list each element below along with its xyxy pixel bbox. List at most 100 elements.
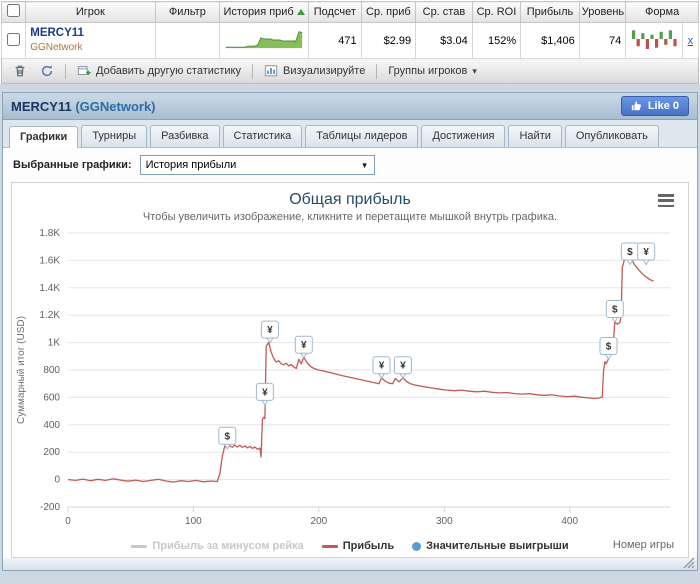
- dropdown-arrow-icon: ▼: [360, 160, 369, 170]
- graph-select-value: История прибыли: [145, 159, 237, 171]
- svg-text:300: 300: [436, 516, 453, 527]
- panel-header: MERCY11 (GGNetwork) Like 0: [3, 93, 697, 120]
- filter-cell[interactable]: [154, 22, 221, 59]
- svg-text:1K: 1K: [48, 338, 61, 349]
- significant-win-marker[interactable]: $: [599, 337, 618, 360]
- tab-find[interactable]: Найти: [508, 125, 562, 147]
- resize-handle-icon[interactable]: [682, 556, 695, 569]
- svg-text:$: $: [606, 342, 612, 353]
- graph-select[interactable]: История прибыли ▼: [139, 155, 375, 175]
- table-header-row: Игрок Фильтр История приб Подсчет Ср. приб Ср…: [0, 1, 699, 23]
- add-statistic-label: Добавить другую статистику: [96, 65, 241, 77]
- refresh-icon: [41, 65, 53, 77]
- column-header-8[interactable]: Прибыль: [520, 1, 580, 23]
- svg-text:1.2K: 1.2K: [39, 310, 60, 321]
- player-groups-button[interactable]: Группы игроков ▾: [383, 63, 482, 79]
- significant-win-marker[interactable]: ¥: [255, 382, 274, 406]
- significant-win-marker[interactable]: ¥: [372, 356, 391, 380]
- significant-win-marker[interactable]: ¥: [260, 320, 279, 344]
- avg-profit-cell: $2.99: [360, 22, 417, 59]
- row-checkbox[interactable]: [7, 32, 21, 46]
- tab-publish[interactable]: Опубликовать: [564, 125, 659, 147]
- svg-text:-200: -200: [40, 502, 60, 513]
- avg-stake-cell: $3.04: [415, 22, 473, 59]
- tab-breakdown[interactable]: Разбивка: [150, 125, 220, 147]
- refresh-button[interactable]: [35, 62, 59, 80]
- toolbar-separator: [65, 63, 66, 79]
- column-header-6[interactable]: Ср. став: [415, 1, 473, 23]
- svg-text:100: 100: [185, 516, 202, 527]
- profit-cell: $1,406: [520, 22, 580, 59]
- y-axis-labels: -200 0 200 400 600 800 1K 1.2K 1.4K 1.6K 1.8K: [39, 228, 60, 513]
- row-checkbox-cell: [0, 22, 27, 59]
- sort-ascending-icon: [296, 9, 305, 16]
- like-button[interactable]: Like 0: [620, 96, 689, 116]
- panel-body: Выбранные графики: История прибыли ▼ Общ…: [3, 148, 697, 570]
- trash-icon: [15, 65, 25, 77]
- add-statistic-button[interactable]: Добавить другую статистику: [72, 62, 246, 80]
- tab-leaderboards[interactable]: Таблицы лидеров: [305, 125, 419, 147]
- svg-text:200: 200: [43, 447, 60, 458]
- svg-text:1.6K: 1.6K: [39, 255, 60, 266]
- profit-history-cell[interactable]: [219, 22, 310, 59]
- tab-tournaments[interactable]: Турниры: [81, 125, 148, 147]
- column-header-1[interactable]: Игрок: [25, 1, 156, 23]
- svg-text:$: $: [612, 305, 618, 316]
- significant-win-marker[interactable]: ¥: [294, 335, 313, 359]
- legend-line-swatch: [131, 544, 148, 548]
- visualize-button[interactable]: Визуализируйте: [259, 62, 370, 80]
- table-row: MERCY11 GGNetwork 471 $2.99 $3.04 152% $…: [0, 22, 700, 59]
- chart-menu-button[interactable]: [656, 193, 676, 208]
- profit-chart[interactable]: Общая прибыль Чтобы увеличить изображени…: [11, 182, 689, 558]
- column-header-4[interactable]: Подсчет: [308, 1, 362, 23]
- significant-win-marker[interactable]: ¥: [637, 242, 656, 266]
- column-header-label: Форма: [644, 6, 680, 18]
- legend-label: Прибыль за минусом рейка: [152, 540, 304, 552]
- legend-item-2[interactable]: Прибыль: [321, 540, 394, 552]
- chart-footer: Прибыль за минусом рейка Прибыль Значитель…: [12, 535, 688, 557]
- player-name-link[interactable]: MERCY11: [30, 26, 150, 40]
- panel-title-network: (GGNetwork): [75, 98, 156, 114]
- delete-button[interactable]: [8, 62, 32, 80]
- gridlines: [68, 232, 670, 508]
- toolbar-separator: [252, 63, 253, 79]
- like-count-label: Like 0: [647, 100, 679, 112]
- chart-legend: Прибыль за минусом рейка Прибыль Значитель…: [131, 540, 569, 552]
- legend-circle-swatch: [412, 541, 422, 551]
- legend-item-3[interactable]: Значительные выигрыши: [412, 540, 569, 552]
- column-header-label: Ср. ROI: [476, 6, 517, 18]
- column-header-9[interactable]: Уровень: [578, 1, 627, 23]
- player-stats-section: Игрок Фильтр История приб Подсчет Ср. приб Ср…: [0, 0, 700, 84]
- column-header-2[interactable]: Фильтр: [154, 1, 221, 23]
- column-header-7[interactable]: Ср. ROI: [471, 1, 522, 23]
- chart-canvas[interactable]: -200 0 200 400 600 800 1K 1.2K 1.4K 1.6K 1.8K 0 100 2…: [12, 223, 688, 535]
- visualize-label: Визуализируйте: [283, 65, 366, 77]
- column-header-5[interactable]: Ср. приб: [360, 1, 417, 23]
- tab-statistics[interactable]: Статистика: [222, 125, 303, 147]
- significant-win-marker[interactable]: $: [218, 426, 237, 450]
- svg-text:400: 400: [561, 516, 578, 527]
- player-stats-table: Игрок Фильтр История приб Подсчет Ср. приб Ср…: [0, 1, 700, 59]
- tab-achievements[interactable]: Достижения: [421, 125, 506, 147]
- add-statistic-icon: [77, 66, 91, 75]
- column-header-10[interactable]: Форма: [625, 1, 699, 23]
- toolbar-separator: [376, 63, 378, 79]
- legend-item-1[interactable]: Прибыль за минусом рейка: [131, 540, 304, 552]
- select-all-checkbox[interactable]: [7, 4, 21, 17]
- column-header-3[interactable]: История приб: [219, 1, 310, 23]
- form-cell: [625, 22, 683, 59]
- page: Игрок Фильтр История приб Подсчет Ср. приб Ср…: [0, 0, 700, 584]
- level-cell: 74: [578, 22, 627, 59]
- svg-text:$: $: [225, 431, 231, 442]
- tab-graphs[interactable]: Графики: [9, 126, 79, 148]
- panel-bottom: [3, 556, 697, 570]
- remove-row-link[interactable]: x: [688, 35, 694, 47]
- player-cell: MERCY11 GGNetwork: [25, 22, 156, 59]
- column-header-label: Подсчет: [313, 6, 356, 18]
- chart-subtitle: Чтобы увеличить изображение, кликните и …: [142, 211, 558, 223]
- svg-text:0: 0: [54, 475, 60, 486]
- significant-win-marker[interactable]: ¥: [393, 356, 412, 380]
- toolbar: Добавить другую статистику Визуализируйт…: [1, 59, 699, 84]
- column-header-label: Игрок: [75, 6, 105, 18]
- column-header-label: Ср. приб: [366, 6, 411, 18]
